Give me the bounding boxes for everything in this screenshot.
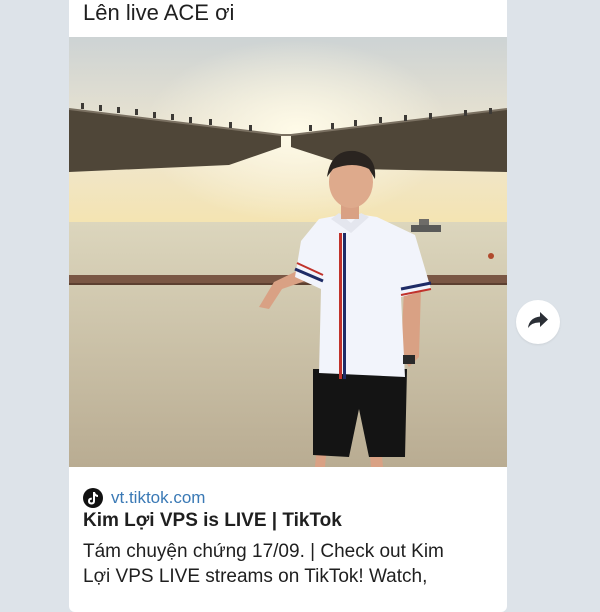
preview-image[interactable] — [69, 37, 507, 467]
message-bubble: Lên live ACE ơi vt.tiktok.com Kim Lợi VP… — [69, 0, 507, 612]
link-domain[interactable]: vt.tiktok.com — [111, 488, 205, 508]
message-text: Lên live ACE ơi — [83, 0, 235, 25]
share-button[interactable] — [516, 300, 560, 344]
link-source[interactable]: vt.tiktok.com — [83, 488, 205, 508]
link-description: Tám chuyện chứng 17/09. | Check out Kim … — [83, 539, 498, 589]
tiktok-icon — [83, 488, 103, 508]
link-description-line: Lợi VPS LIVE streams on TikTok! Watch, — [83, 566, 428, 587]
link-description-line: Tám chuyện chứng 17/09. | Check out Kim — [83, 541, 444, 562]
link-title[interactable]: Kim Lợi VPS is LIVE | TikTok — [83, 509, 342, 533]
share-arrow-icon — [527, 310, 549, 335]
